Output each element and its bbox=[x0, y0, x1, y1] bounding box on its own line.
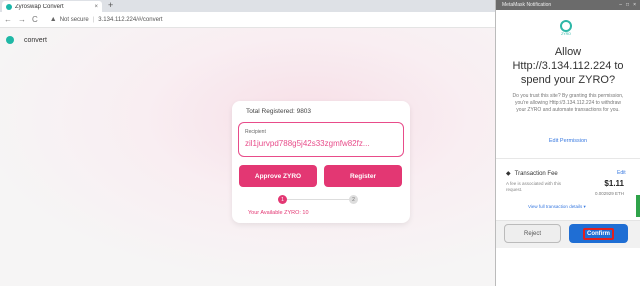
available-zyro: Your Available ZYRO: 10 bbox=[248, 210, 309, 216]
minimize-icon[interactable]: – bbox=[619, 2, 622, 8]
close-icon[interactable]: × bbox=[633, 2, 636, 8]
scrollbar[interactable] bbox=[636, 195, 640, 217]
fee-note: A fee is associated with this request. bbox=[506, 181, 562, 192]
fee-usd: $1.11 bbox=[604, 179, 624, 188]
metamask-window-title: MetaMask Notification bbox=[502, 2, 552, 8]
tag-icon: ◆ bbox=[506, 171, 511, 177]
step-indicator: 1 2 bbox=[278, 195, 358, 205]
total-registered: Total Registered: 9803 bbox=[246, 108, 312, 115]
metamask-titlebar: MetaMask Notification – □ × bbox=[496, 0, 640, 10]
register-button[interactable]: Register bbox=[324, 165, 402, 187]
maximize-icon[interactable]: □ bbox=[626, 2, 629, 8]
step-1: 1 bbox=[278, 195, 287, 204]
back-button[interactable]: ← bbox=[4, 15, 12, 24]
tab-close-icon[interactable]: × bbox=[94, 4, 98, 10]
fee-edit-link[interactable]: Edit bbox=[617, 170, 626, 176]
reject-button[interactable]: Reject bbox=[504, 224, 561, 243]
edit-permission-link[interactable]: Edit Permission bbox=[536, 138, 600, 144]
step-2: 2 bbox=[349, 195, 358, 204]
recipient-field[interactable]: Recipient zil1jurvpd788g5j42s33zgmfw82fz… bbox=[238, 122, 404, 157]
address-separator: | bbox=[92, 16, 95, 23]
recipient-value[interactable]: zil1jurvpd788g5j42s33zgmfw82fz... bbox=[245, 139, 401, 148]
address-bar[interactable]: ▲ Not secure | 3.134.112.224/#/convert bbox=[50, 16, 163, 23]
metamask-notification-window: MetaMask Notification – □ × ZYRO Allow H… bbox=[495, 0, 640, 286]
fee-eth: 0.002929 ETH bbox=[594, 191, 624, 196]
transaction-fee-label: Transaction Fee bbox=[514, 170, 558, 177]
new-tab-button[interactable]: + bbox=[108, 0, 113, 10]
zyro-token-label: ZYRO bbox=[561, 32, 571, 36]
approve-zyro-button[interactable]: Approve ZYRO bbox=[239, 165, 317, 187]
url-text: 3.134.112.224/#/convert bbox=[98, 16, 163, 23]
zyroswap-favicon-icon bbox=[6, 3, 12, 10]
warning-icon: ▲ bbox=[49, 16, 57, 23]
divider bbox=[496, 158, 640, 159]
step-line bbox=[283, 199, 353, 200]
view-transaction-details-link[interactable]: View full transaction details ▾ bbox=[528, 204, 586, 210]
not-secure-label: Not secure bbox=[59, 16, 89, 23]
browser-tab[interactable]: Zyroswap Convert × bbox=[2, 1, 102, 12]
zyro-token-icon bbox=[560, 20, 572, 32]
brand-name: convert bbox=[24, 36, 47, 44]
forward-button[interactable]: → bbox=[18, 15, 26, 24]
brand: convert bbox=[6, 36, 47, 44]
confirm-highlight-box bbox=[583, 228, 614, 240]
zyroswap-logo-icon bbox=[6, 36, 14, 44]
transaction-fee-title: ◆ Transaction Fee bbox=[506, 170, 558, 178]
allow-heading: Allow Http://3.134.112.224 to spend your… bbox=[512, 46, 624, 86]
reload-button[interactable]: C bbox=[32, 15, 38, 24]
tab-title: Zyroswap Convert bbox=[15, 3, 64, 10]
convert-card: Total Registered: 9803 Recipient zil1jur… bbox=[232, 101, 410, 223]
recipient-label: Recipient bbox=[245, 129, 266, 135]
permission-description: Do you trust this site? By granting this… bbox=[512, 93, 624, 113]
